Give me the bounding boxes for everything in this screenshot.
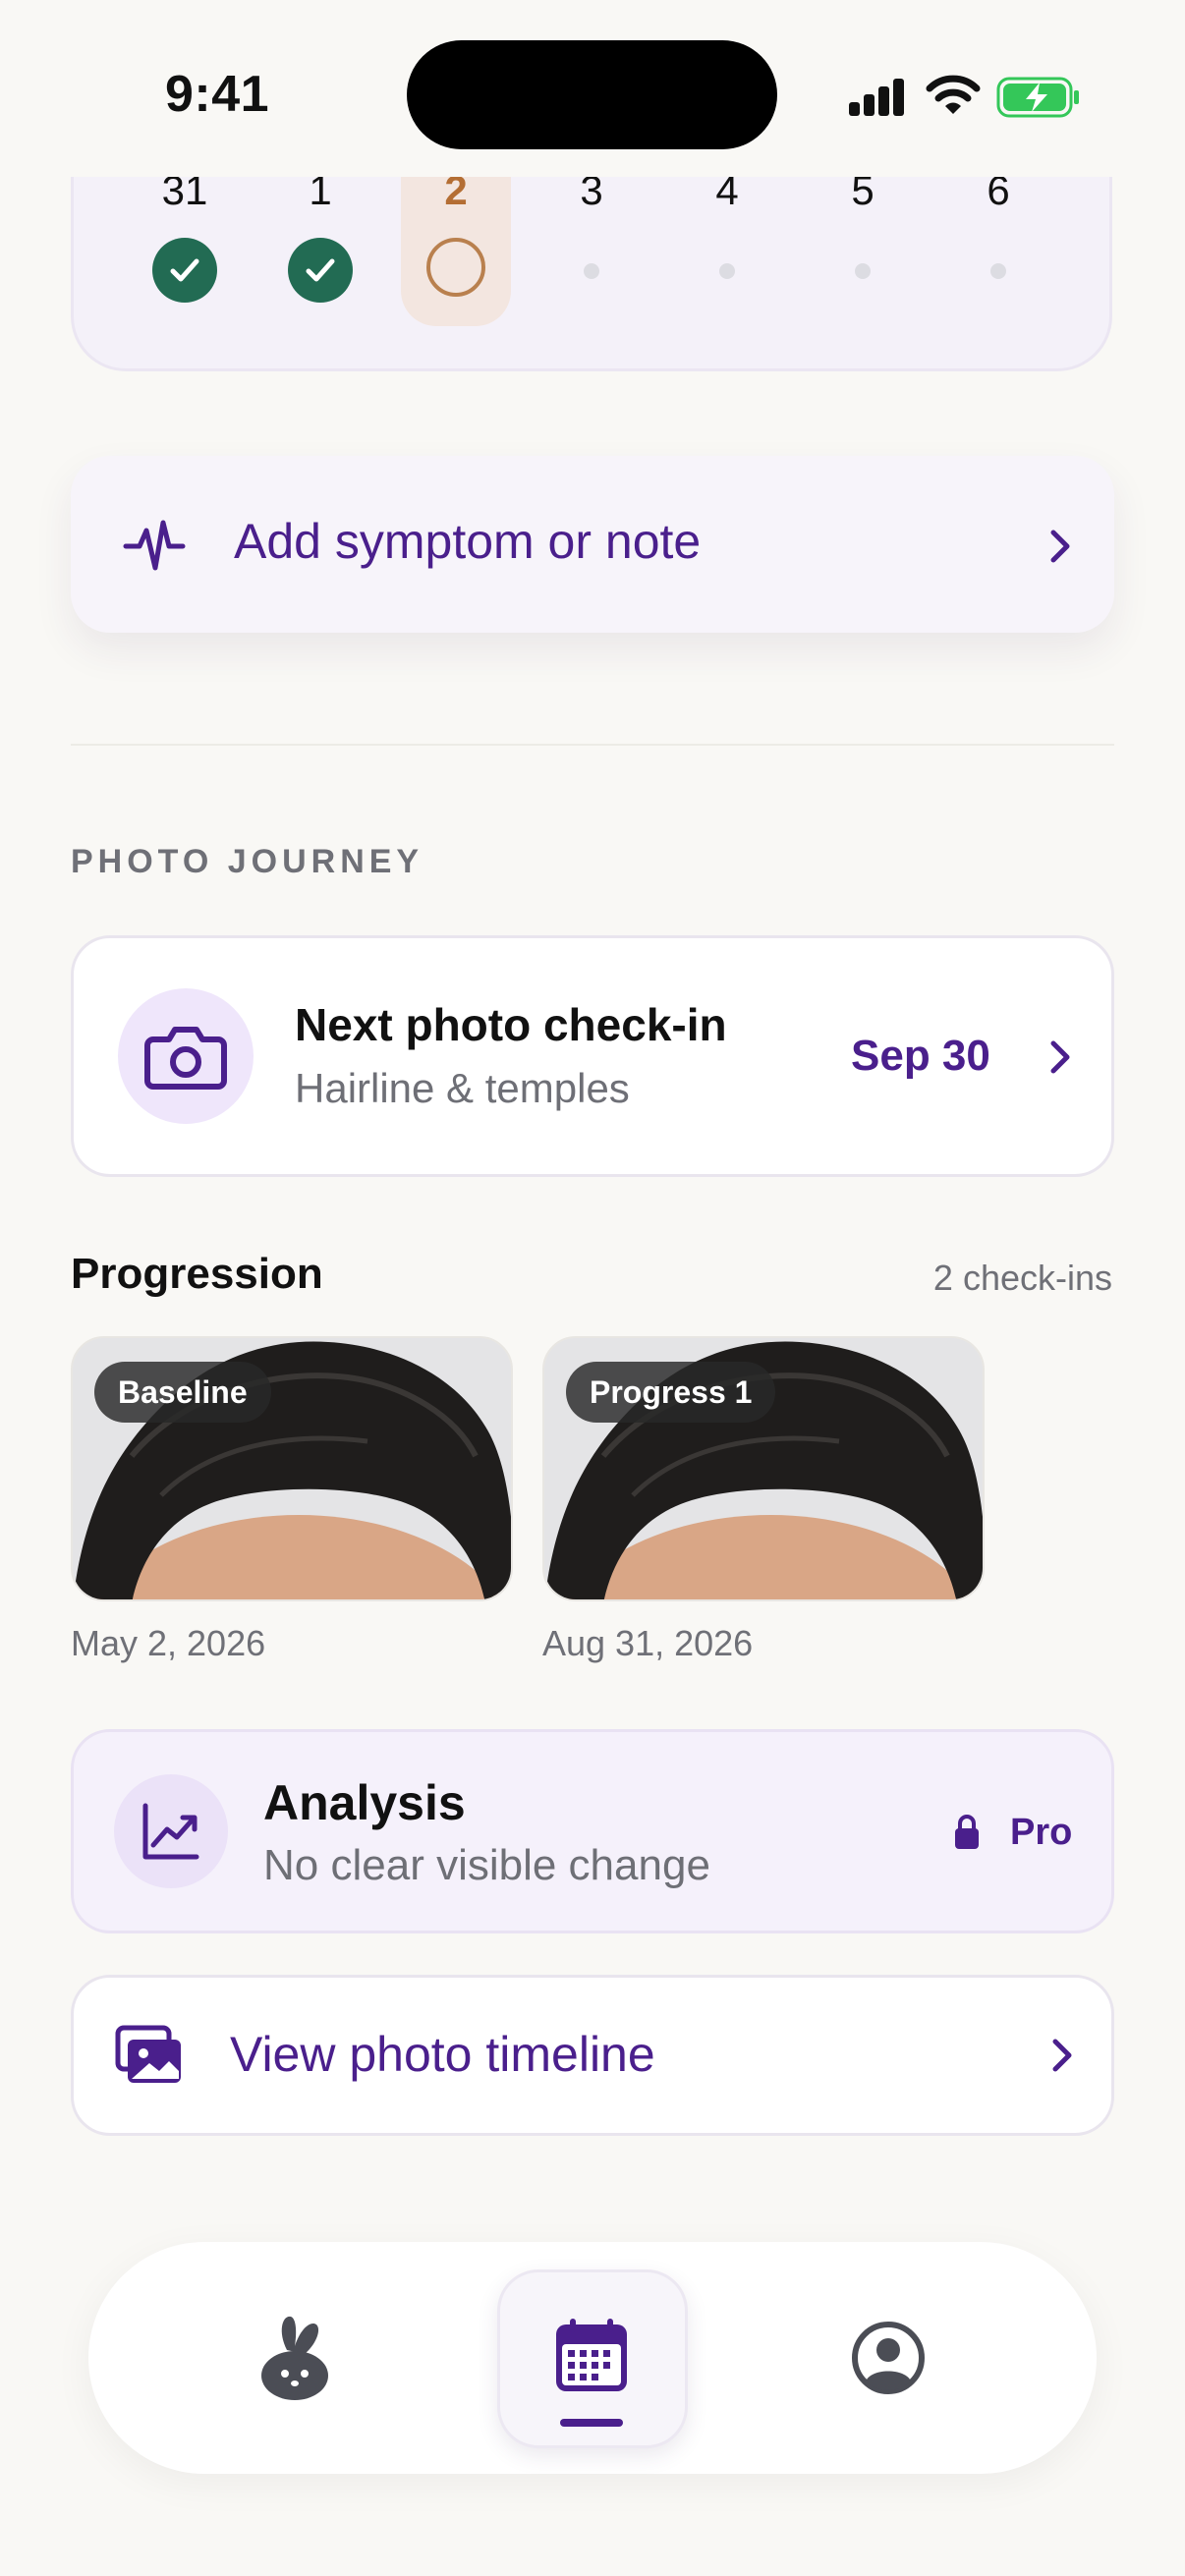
photo-date: Aug 31, 2026: [542, 1623, 754, 1663]
future-dot-icon: [855, 263, 871, 279]
section-title: PHOTO JOURNEY: [71, 843, 424, 880]
add-symptom-label: Add symptom or note: [234, 514, 702, 569]
photo-badge: Progress 1: [566, 1362, 776, 1423]
future-dot-icon: [719, 263, 735, 279]
pro-label: Pro: [1010, 1812, 1073, 1853]
progress-photo-thumbnail[interactable]: Progress 1: [542, 1336, 985, 1601]
calendar-icon: [556, 2319, 627, 2391]
chevron-right-icon: [1050, 1040, 1070, 1074]
next-checkin-date: Sep 30: [851, 1032, 990, 1080]
future-dot-icon: [584, 263, 599, 279]
cellular-signal-icon: [849, 77, 906, 116]
photo-date: May 2, 2026: [71, 1623, 266, 1663]
chevron-right-icon: [1050, 530, 1070, 563]
wifi-icon: [926, 75, 981, 114]
chevron-right-icon: [1052, 2039, 1072, 2072]
dynamic-island: [407, 40, 777, 149]
analysis-title: Analysis: [263, 1775, 466, 1830]
pulse-icon: [123, 520, 186, 571]
next-checkin-subtitle: Hairline & temples: [295, 1065, 630, 1111]
section-divider: [71, 744, 1114, 746]
trend-chart-icon: [142, 1803, 199, 1860]
timeline-label: View photo timeline: [230, 2027, 655, 2082]
photo-stack-icon: [115, 2025, 181, 2083]
check-done-icon: [288, 238, 353, 303]
analysis-subtitle: No clear visible change: [263, 1841, 710, 1889]
progression-title: Progression: [71, 1250, 323, 1298]
bunny-icon[interactable]: [257, 2311, 332, 2401]
profile-icon[interactable]: [851, 2321, 926, 2395]
future-dot-icon: [990, 263, 1006, 279]
next-checkin-title: Next photo check-in: [295, 999, 727, 1050]
pending-ring-icon: [426, 238, 485, 297]
battery-charging-icon: [996, 77, 1079, 118]
baseline-photo-thumbnail[interactable]: Baseline: [71, 1336, 513, 1601]
active-tab-indicator: [560, 2419, 623, 2427]
check-done-icon: [152, 238, 217, 303]
camera-icon: [144, 1027, 227, 1090]
photo-badge: Baseline: [94, 1362, 271, 1423]
status-time: 9:41: [165, 66, 270, 123]
progression-count: 2 check-ins: [932, 1258, 1112, 1298]
lock-icon: [955, 1815, 979, 1849]
